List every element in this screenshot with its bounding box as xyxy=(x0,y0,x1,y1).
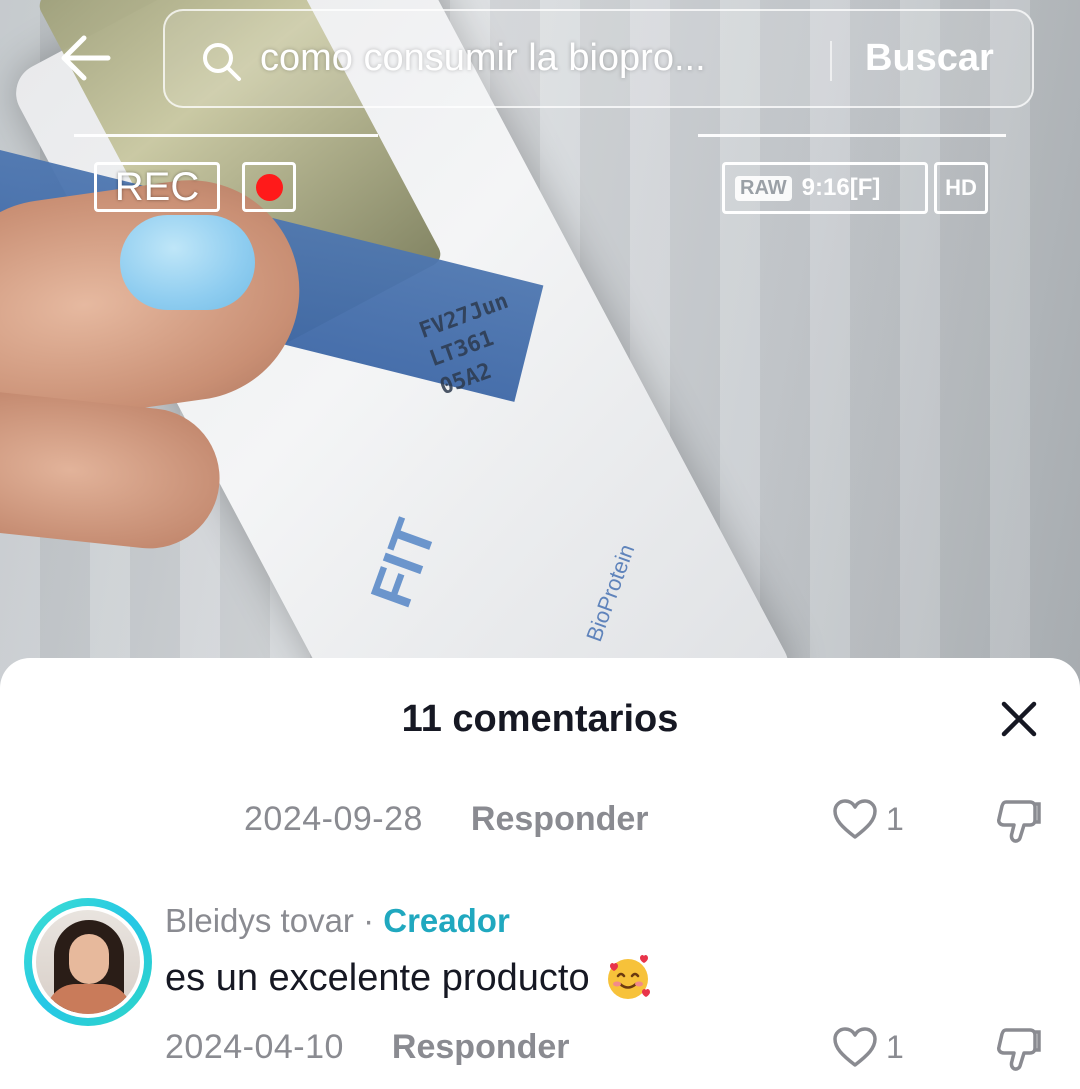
like-count: 1 xyxy=(886,1028,904,1065)
comments-title: 11 comentarios xyxy=(401,698,679,740)
like-button[interactable]: 1 xyxy=(832,1026,904,1068)
author-separator: · xyxy=(353,902,384,939)
dislike-icon[interactable] xyxy=(994,1026,1044,1072)
like-button[interactable]: 1 xyxy=(832,798,904,840)
overlay-line-right xyxy=(698,134,1006,137)
avatar-face xyxy=(69,934,109,984)
overlay-line-left xyxy=(74,134,378,137)
heart-icon xyxy=(833,1027,877,1067)
rec-indicator xyxy=(242,162,296,212)
reply-button[interactable]: Responder xyxy=(471,800,649,839)
rec-label: REC xyxy=(94,162,220,212)
aspect-ratio: 9:16[F] xyxy=(801,174,881,201)
close-button[interactable] xyxy=(994,694,1044,744)
camera-info: RAW 9:16[F] xyxy=(722,162,928,214)
back-button[interactable] xyxy=(56,28,116,88)
comment-author-line: Bleidys tovar · Creador xyxy=(165,902,510,940)
avatar-image xyxy=(36,910,140,1014)
like-count: 1 xyxy=(886,800,904,837)
comment-meta: 2024-09-28 Responder xyxy=(244,800,649,839)
comment-body: es un excelente producto xyxy=(165,956,590,999)
comments-sheet: 11 comentarios 2024-09-28 Responder 1 Bl… xyxy=(0,658,1080,1089)
avatar-frame xyxy=(32,906,144,1018)
hd-badge: HD xyxy=(934,162,988,214)
rec-dot-icon xyxy=(256,174,283,201)
search-icon xyxy=(203,43,241,81)
creator-badge: Creador xyxy=(383,902,510,939)
dislike-icon[interactable] xyxy=(994,798,1044,844)
avatar-body xyxy=(46,984,132,1014)
comment-author[interactable]: Bleidys tovar xyxy=(165,902,354,939)
close-icon xyxy=(1001,701,1037,737)
search-button[interactable]: Buscar xyxy=(865,37,994,80)
search-bar[interactable]: como consumir la biopro... Buscar xyxy=(163,9,1034,108)
comment-meta: 2024-04-10 Responder xyxy=(165,1028,570,1067)
search-divider xyxy=(830,41,832,81)
comment-date: 2024-09-28 xyxy=(244,800,423,838)
back-arrow-icon xyxy=(61,35,111,81)
raw-badge: RAW xyxy=(735,175,792,201)
search-input[interactable]: como consumir la biopro... xyxy=(260,37,706,80)
reply-button[interactable]: Responder xyxy=(392,1028,570,1067)
smiling-face-with-hearts-emoji xyxy=(607,954,650,999)
comment-date: 2024-04-10 xyxy=(165,1028,344,1066)
heart-icon xyxy=(833,799,877,839)
comment-text: es un excelente producto xyxy=(165,954,652,1002)
nail xyxy=(120,215,255,310)
avatar[interactable] xyxy=(24,898,152,1026)
